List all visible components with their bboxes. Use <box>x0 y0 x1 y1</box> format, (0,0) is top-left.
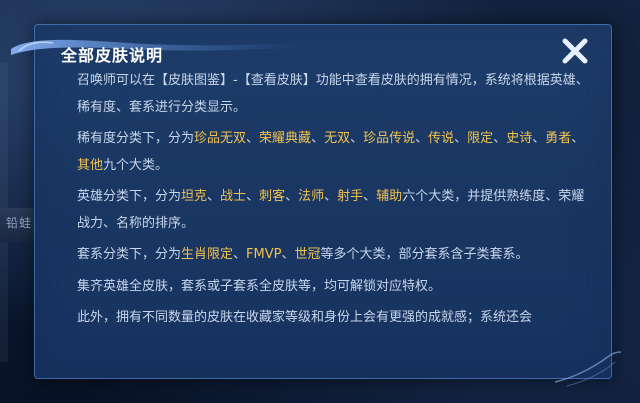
highlighted-term: 法师 <box>298 189 325 204</box>
skin-info-dialog: 全部皮肤说明 召唤师可以在【皮肤图鉴】-【查看皮肤】功能中查看皮肤的拥有情况，系… <box>11 24 622 387</box>
paragraph-text: 、 <box>363 189 377 204</box>
description-paragraph: 稀有度分类下，分为珍品无双、荣耀典藏、无双、珍品传说、传说、限定、史诗、勇者、其… <box>77 126 597 179</box>
paragraph-text: 稀有度分类下，分为 <box>77 131 195 146</box>
close-icon <box>562 38 588 64</box>
highlighted-term: 辅助 <box>376 189 403 204</box>
paragraph-text: 九个大类。 <box>103 157 169 173</box>
dialog-content: 召唤师可以在【皮肤图鉴】-【查看皮肤】功能中查看皮肤的拥有情况，系统将根据英雄、… <box>77 68 597 337</box>
paragraph-text: 、 <box>493 131 507 146</box>
highlighted-term: 世冠 <box>294 247 321 262</box>
paragraph-text: 此外，拥有不同数量的皮肤在收藏家等级和身份上会有更强的成就感；系统还会 <box>77 310 533 325</box>
highlighted-term: 限定 <box>467 131 494 146</box>
highlighted-term: 刺客 <box>259 189 286 204</box>
paragraph-text: 、 <box>246 189 260 204</box>
paragraph-text: 、 <box>207 189 221 204</box>
paragraph-text: 召唤师可以在【皮肤图鉴】-【查看皮肤】功能中查看皮肤的拥有情况，系统将根据英雄、… <box>77 73 589 115</box>
paragraph-text: 、 <box>246 131 260 146</box>
highlighted-term: 珍品传说 <box>363 131 416 146</box>
paragraph-text: 、 <box>311 131 325 146</box>
highlighted-term: 传说 <box>428 131 455 146</box>
dialog-title: 全部皮肤说明 <box>61 46 164 65</box>
paragraph-text: 、 <box>233 247 247 262</box>
highlighted-term: 无双 <box>324 131 351 146</box>
highlighted-term: 荣耀典藏 <box>259 131 312 146</box>
paragraph-text: 等多个大类，部分套系含子类套系。 <box>320 247 529 262</box>
paragraph-text: 英雄分类下，分为 <box>77 189 182 204</box>
description-paragraph: 召唤师可以在【皮肤图鉴】-【查看皮肤】功能中查看皮肤的拥有情况，系统将根据英雄、… <box>77 68 597 121</box>
highlighted-term: 珍品无双 <box>194 131 247 146</box>
paragraph-text: 、 <box>285 189 299 204</box>
highlighted-term: 其他 <box>77 157 104 173</box>
highlighted-term: 勇者 <box>545 131 572 146</box>
highlighted-term: FMVP <box>246 247 282 262</box>
close-button[interactable] <box>557 33 593 69</box>
paragraph-text: 、 <box>350 131 364 146</box>
description-paragraph: 英雄分类下，分为坦克、战士、刺客、法师、射手、辅助六个大类，并提供熟练度、荣耀战… <box>77 184 597 237</box>
paragraph-text: 、 <box>571 131 585 146</box>
background-side-label: 铅蛙 <box>6 216 33 230</box>
highlighted-term: 史诗 <box>506 131 533 146</box>
description-paragraph: 套系分类下，分为生肖限定、FMVP、世冠等多个大类，部分套系含子类套系。 <box>77 242 597 269</box>
paragraph-text: 套系分类下，分为 <box>77 247 182 262</box>
paragraph-text: 集齐英雄全皮肤，套系或子套系全皮肤等，均可解锁对应特权。 <box>77 278 442 294</box>
paragraph-text: 、 <box>324 189 338 204</box>
paragraph-text: 、 <box>454 131 468 146</box>
highlighted-term: 战士 <box>220 189 247 204</box>
paragraph-text: 、 <box>532 131 546 146</box>
description-paragraph: 此外，拥有不同数量的皮肤在收藏家等级和身份上会有更强的成就感；系统还会 <box>77 305 597 332</box>
paragraph-text: 、 <box>415 131 429 146</box>
description-paragraph: 集齐英雄全皮肤，套系或子套系全皮肤等，均可解锁对应特权。 <box>77 274 597 301</box>
highlighted-term: 生肖限定 <box>181 247 234 262</box>
paragraph-text: 、 <box>281 247 295 262</box>
highlighted-term: 坦克 <box>181 189 208 204</box>
highlighted-term: 射手 <box>337 189 364 204</box>
